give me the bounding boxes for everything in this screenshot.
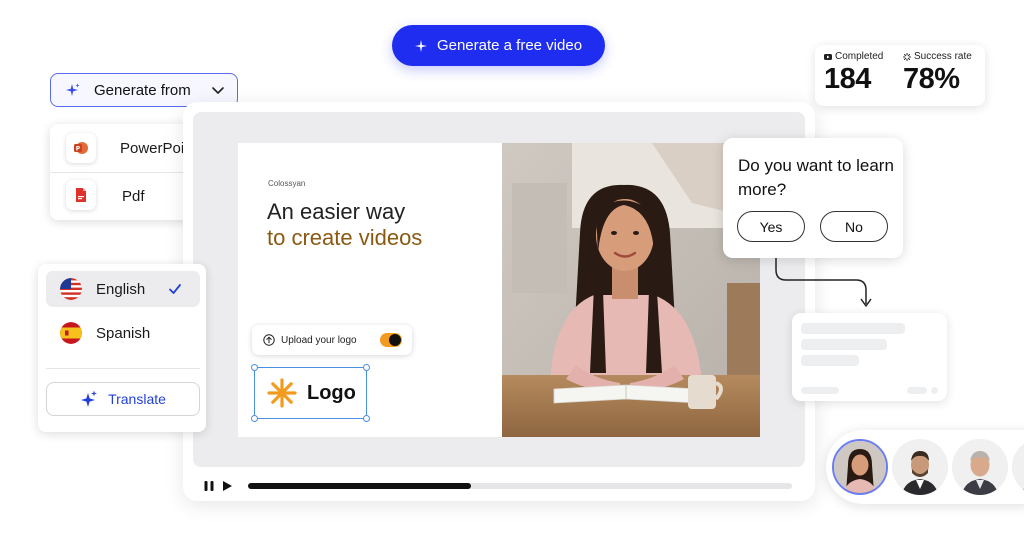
skeleton-line xyxy=(801,355,859,366)
resize-handle-bottom-right[interactable] xyxy=(363,415,370,422)
sparkle-icon xyxy=(66,83,80,96)
progress-fill xyxy=(248,483,472,489)
spain-flag-icon xyxy=(60,322,82,344)
avatar-selector xyxy=(826,430,1024,504)
avatar-option-1[interactable] xyxy=(832,439,888,495)
menu-divider xyxy=(46,368,200,369)
english-label: English xyxy=(96,280,146,298)
progress-bar[interactable] xyxy=(248,483,792,489)
translate-label: Translate xyxy=(108,391,166,407)
completed-stat: Completed 184 xyxy=(824,51,883,95)
language-option-english[interactable]: English xyxy=(46,271,200,307)
upload-icon xyxy=(263,334,275,346)
no-button[interactable]: No xyxy=(820,211,888,242)
logo-placeholder[interactable]: Logo xyxy=(251,364,370,422)
skeleton-dot xyxy=(931,387,938,394)
avatar-option-2[interactable] xyxy=(892,439,948,495)
completed-label: Completed xyxy=(835,51,884,62)
skeleton-line xyxy=(801,387,839,394)
language-menu: English Spanish Translate xyxy=(38,264,206,432)
presenter-image xyxy=(502,143,760,437)
sparkle-icon xyxy=(414,39,427,52)
resize-handle-top-right[interactable] xyxy=(363,364,370,371)
resize-handle-top-left[interactable] xyxy=(251,364,258,371)
pdf-icon xyxy=(66,180,96,210)
asterisk-logo-icon xyxy=(267,378,297,408)
completed-value: 184 xyxy=(824,63,871,95)
success-rate-label: Success rate xyxy=(914,51,972,62)
spanish-label: Spanish xyxy=(96,324,151,342)
avatar-image xyxy=(1012,439,1024,495)
headline-line-2: to create videos xyxy=(267,225,423,250)
skeleton-line xyxy=(801,339,887,350)
us-flag-icon xyxy=(60,278,82,300)
avatar-option-4[interactable] xyxy=(1012,439,1024,495)
toggle-knob xyxy=(389,334,401,346)
skeleton-line xyxy=(801,323,905,334)
svg-text:P: P xyxy=(76,146,81,153)
cta-label: Generate a free video xyxy=(436,37,583,54)
chevron-down-icon xyxy=(211,87,224,94)
interactive-question-card: Do you want to learn more? Yes No xyxy=(723,138,903,258)
upload-logo-label: Upload your logo xyxy=(281,334,357,346)
success-rate-value: 78% xyxy=(903,63,960,95)
slide-brand: Colossyan xyxy=(268,179,306,188)
translate-button[interactable]: Translate xyxy=(46,382,200,416)
resize-handle-bottom-left[interactable] xyxy=(251,415,258,422)
logo-text: Logo xyxy=(307,381,356,404)
slide-headline: An easier way to create videos xyxy=(267,199,422,251)
pdf-label: Pdf xyxy=(122,187,145,205)
powerpoint-icon: P xyxy=(66,133,96,163)
loading-icon xyxy=(903,52,911,61)
yes-button[interactable]: Yes xyxy=(737,211,805,242)
stats-card: Completed 184 Success rate 78% xyxy=(815,45,985,106)
avatar-image xyxy=(834,441,886,493)
logo-toggle[interactable] xyxy=(380,333,402,347)
sparkle-icon xyxy=(81,390,98,407)
skeleton-line xyxy=(907,387,927,394)
video-icon xyxy=(824,53,832,60)
headline-line-1: An easier way xyxy=(267,199,406,224)
play-icon[interactable] xyxy=(221,480,233,492)
avatar-image xyxy=(952,439,1008,495)
generate-free-video-button[interactable]: Generate a free video xyxy=(392,25,605,66)
success-rate-stat: Success rate 78% xyxy=(903,51,972,95)
branch-arrow xyxy=(775,258,872,307)
upload-logo-pill[interactable]: Upload your logo xyxy=(252,325,412,355)
avatar-option-3[interactable] xyxy=(952,439,1008,495)
avatar-image xyxy=(892,439,948,495)
language-option-spanish[interactable]: Spanish xyxy=(46,315,200,351)
pause-icon[interactable] xyxy=(203,480,215,492)
generate-from-label: Generate from xyxy=(94,81,191,99)
check-icon xyxy=(169,284,181,294)
next-scene-card xyxy=(792,313,947,401)
question-text: Do you want to learn more? xyxy=(738,156,894,199)
